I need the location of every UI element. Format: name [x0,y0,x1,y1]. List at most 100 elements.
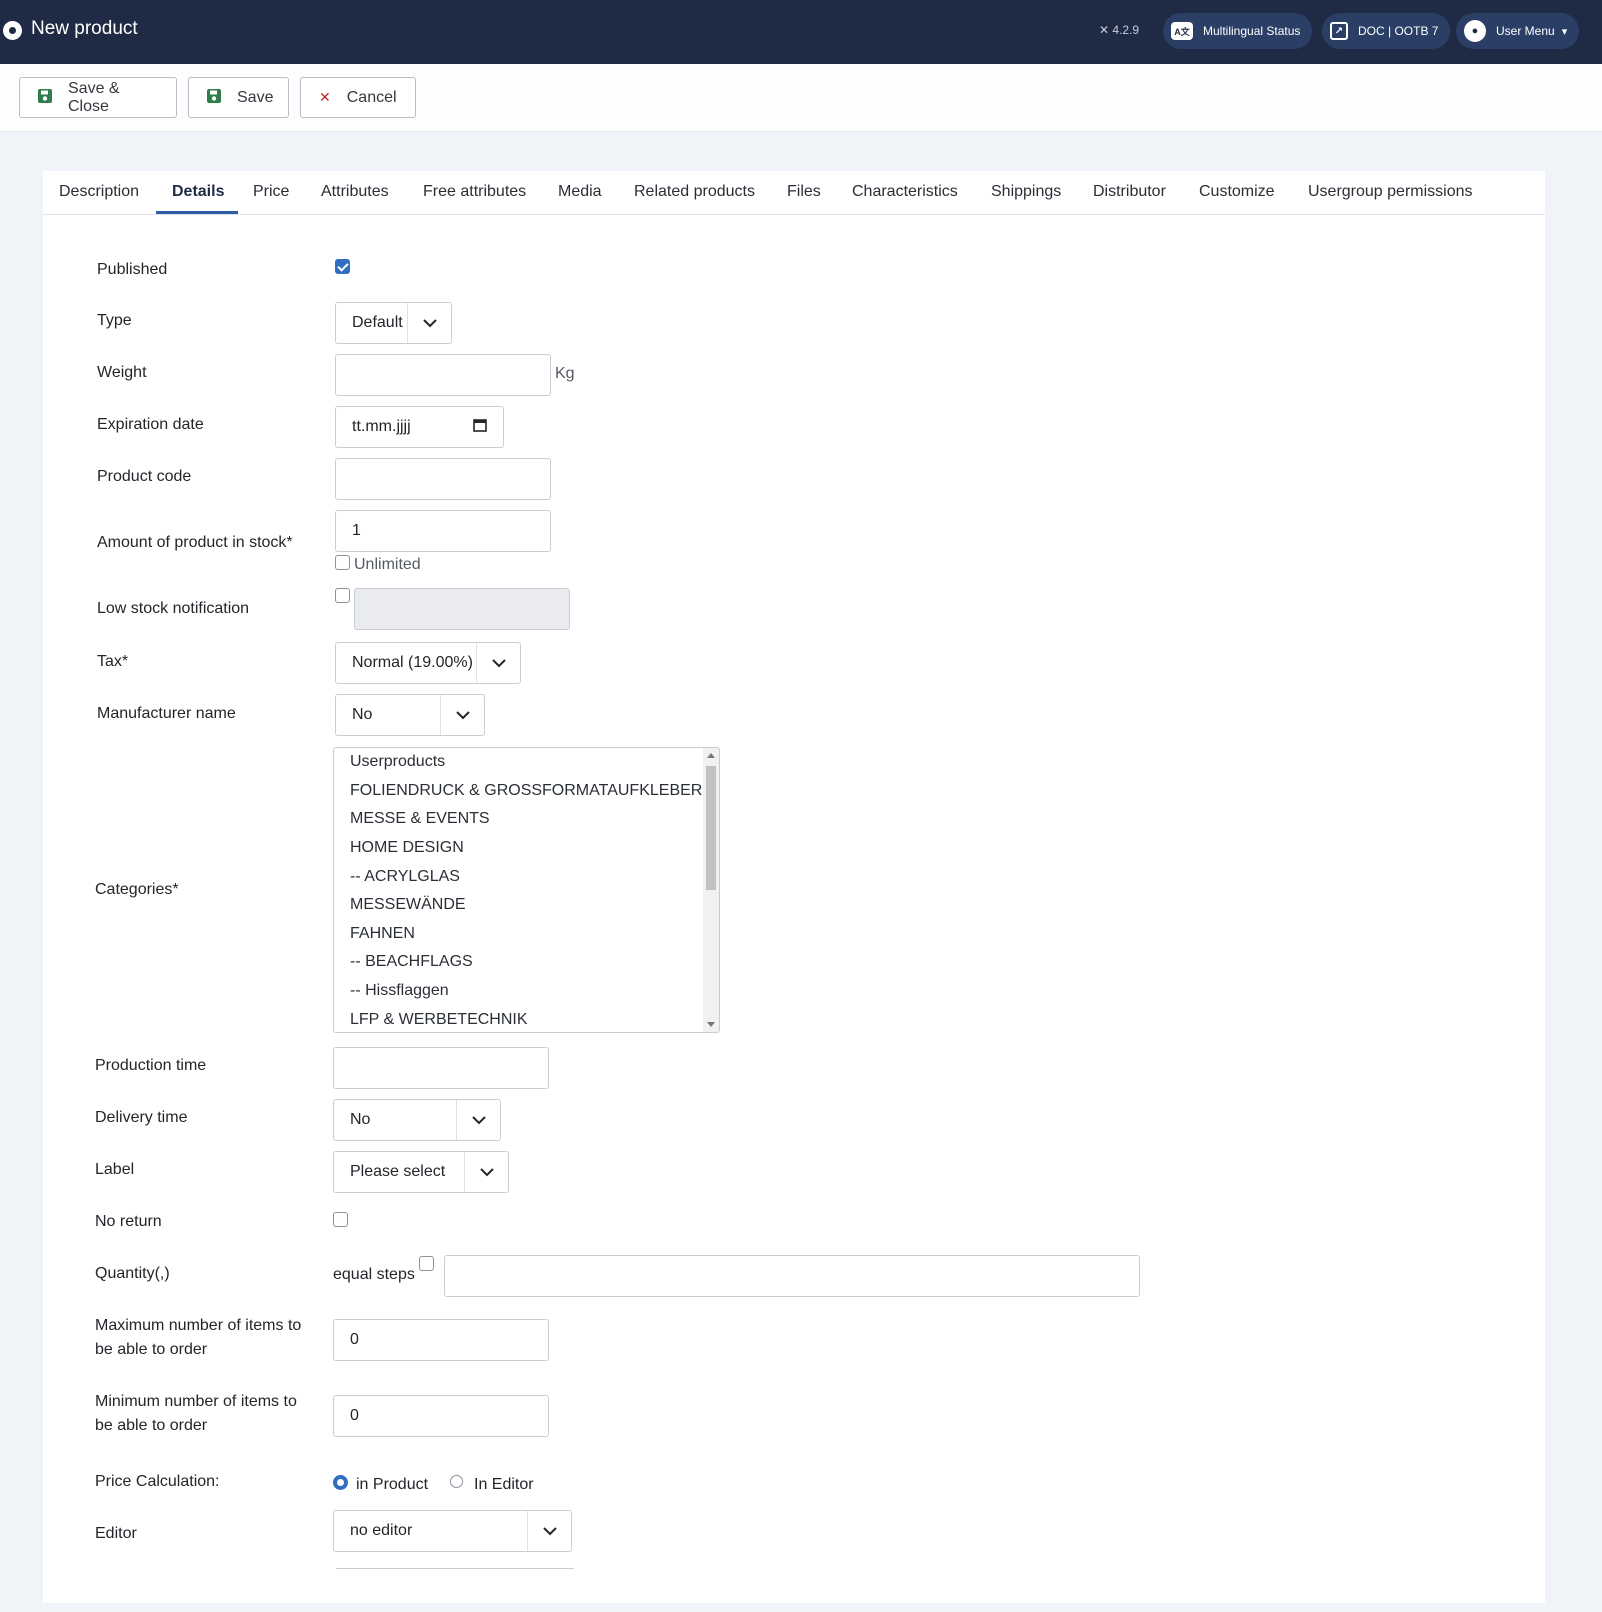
in-editor-radio[interactable] [450,1475,463,1488]
language-icon: A文 [1171,22,1193,40]
expiration-date-label: Expiration date [97,416,204,433]
save-button[interactable]: Save [188,77,289,118]
no-return-checkbox[interactable] [333,1212,348,1227]
quantity-input[interactable] [444,1255,1140,1297]
tab-distributor[interactable]: Distributor [1093,183,1166,201]
multilingual-status-button[interactable]: A文 Multilingual Status [1163,13,1313,49]
manufacturer-value: No [352,706,373,723]
list-item[interactable]: Userproducts [350,753,445,771]
user-menu-label: User Menu [1496,24,1555,38]
user-icon: ● [1464,20,1486,42]
max-items-label: Maximum number of items to be able to ord… [95,1314,301,1362]
editor-select[interactable]: no editor [333,1510,572,1552]
list-item[interactable]: -- BEACHFLAGS [350,953,473,971]
in-product-radio[interactable] [333,1475,348,1490]
tab-attributes[interactable]: Attributes [321,183,389,201]
chevron-down-icon [440,695,484,735]
list-item[interactable]: MESSEWÄNDE [350,896,466,914]
list-item[interactable]: FOLIENDRUCK & GROSSFORMATAUFKLEBER [350,782,702,800]
scroll-up-icon[interactable] [707,753,715,758]
scrollbar-thumb[interactable] [706,766,716,890]
stock-label: Amount of product in stock* [97,534,293,551]
published-checkbox[interactable] [335,259,350,274]
list-item[interactable]: HOME DESIGN [350,839,464,857]
categories-scrollbar[interactable] [703,748,719,1032]
cancel-button[interactable]: ✕ Cancel [300,77,416,118]
page-title: New product [31,18,138,39]
tab-description[interactable]: Description [59,183,139,201]
chevron-down-icon [407,303,451,343]
tax-select[interactable]: Normal (19.00%) [335,642,521,684]
active-tab-indicator [156,211,238,214]
type-label: Type [97,312,132,329]
tax-label: Tax* [97,653,129,670]
label-field-label: Label [95,1161,135,1178]
manufacturer-label: Manufacturer name [97,705,236,722]
chevron-down-icon: ▾ [1561,25,1568,38]
save-label: Save [237,88,274,106]
tab-customize[interactable]: Customize [1199,183,1275,201]
label-select[interactable]: Please select [333,1151,509,1193]
version-label: ✕ 4.2.9 [1099,23,1139,37]
multilingual-status-label: Multilingual Status [1203,24,1301,38]
weight-label: Weight [97,364,147,381]
delivery-time-label: Delivery time [95,1109,188,1126]
weight-unit: Kg [555,365,575,382]
type-select[interactable]: Default [335,302,452,344]
min-items-label-line2: be able to order [95,1417,208,1434]
weight-input[interactable] [335,354,551,396]
editor-label: Editor [95,1525,137,1542]
chevron-down-icon [464,1152,508,1192]
production-time-input[interactable] [333,1047,549,1089]
list-item[interactable]: MESSE & EVENTS [350,810,490,828]
delivery-time-select[interactable]: No [333,1099,501,1141]
production-time-label: Production time [95,1057,207,1074]
tab-free-attributes[interactable]: Free attributes [423,183,526,201]
tab-files[interactable]: Files [787,183,821,201]
save-close-label: Save & Close [68,79,120,115]
chevron-down-icon [456,1100,500,1140]
calendar-icon[interactable] [473,418,487,437]
list-item[interactable]: FAHNEN [350,925,415,943]
quantity-label: Quantity(,) [95,1265,170,1282]
scroll-down-icon[interactable] [707,1022,715,1027]
unlimited-label: Unlimited [354,556,421,573]
list-item[interactable]: -- ACRYLGLAS [350,868,460,886]
tab-characteristics[interactable]: Characteristics [852,183,958,201]
in-editor-label[interactable]: In Editor [474,1473,534,1497]
equal-steps-checkbox[interactable] [419,1256,434,1271]
max-items-label-line1: Maximum number of items to [95,1317,302,1334]
tab-price[interactable]: Price [253,183,289,201]
product-code-input[interactable] [335,458,551,500]
tab-shippings[interactable]: Shippings [991,183,1061,201]
in-product-label[interactable]: in Product [356,1473,428,1497]
unlimited-checkbox[interactable] [335,555,350,570]
joomla-logo-icon[interactable] [3,21,22,40]
low-stock-input[interactable] [354,588,570,630]
equal-steps-label: equal steps [333,1266,415,1283]
list-item[interactable]: LFP & WERBETECHNIK [350,1011,528,1029]
user-menu-button[interactable]: ● User Menu ▾ [1456,13,1580,49]
tax-value: Normal (19.00%) [352,654,473,671]
tab-related-products[interactable]: Related products [634,183,755,201]
min-items-label: Minimum number of items to be able to ord… [95,1390,297,1438]
max-items-label-line2: be able to order [95,1341,208,1358]
expiration-date-input[interactable]: tt.mm.jjjj [335,406,504,448]
categories-listbox[interactable]: Userproducts FOLIENDRUCK & GROSSFORMATAU… [333,747,720,1033]
max-items-input[interactable]: 0 [333,1319,549,1361]
low-stock-checkbox[interactable] [335,588,350,603]
manufacturer-select[interactable]: No [335,694,485,736]
tab-usergroup-permissions[interactable]: Usergroup permissions [1308,183,1473,201]
list-item[interactable]: -- Hissflaggen [350,982,449,1000]
no-return-label: No return [95,1213,162,1230]
min-items-input[interactable]: 0 [333,1395,549,1437]
tab-details[interactable]: Details [172,183,224,201]
chevron-down-icon [527,1511,571,1551]
close-icon: ✕ [319,89,331,105]
tab-media[interactable]: Media [558,183,602,201]
doc-link-button[interactable]: ↗ DOC | OOTB 7 [1322,13,1451,49]
stock-input[interactable]: 1 [335,510,551,552]
save-close-button[interactable]: Save & Close [19,77,177,118]
joomla-icon: ✕ [1099,23,1110,37]
low-stock-label: Low stock notification [97,600,250,617]
